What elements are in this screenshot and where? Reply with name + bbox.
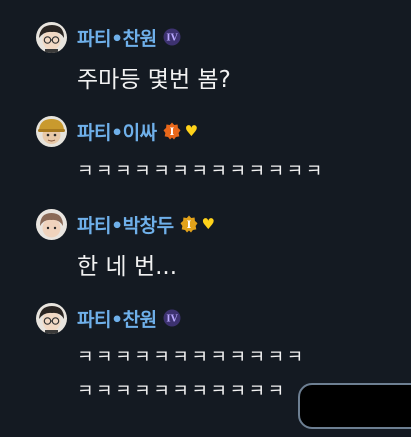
chat-panel: 파티•찬원 IV 주마등 몇번 봄? 파티•이싸 I ♥ ㅋㅋㅋㅋㅋㅋㅋㅋㅋㅋㅋ… [0, 0, 411, 437]
avatar[interactable] [36, 116, 67, 147]
username[interactable]: 파티•박창두 [77, 211, 174, 238]
username-row: 파티•박창두 I ♥ [77, 211, 215, 237]
svg-text:I: I [186, 220, 191, 231]
username-row: 파티•찬원 IV [77, 24, 181, 50]
orange-i-badge-icon: I [163, 122, 181, 140]
chat-input-box[interactable] [298, 383, 411, 429]
message-text: 한 네 번... [77, 254, 178, 280]
username[interactable]: 파티•이싸 [77, 118, 157, 145]
heart-icon: ♥ [201, 215, 215, 233]
username[interactable]: 파티•찬원 [77, 305, 157, 332]
message-text: 주마등 몇번 봄? [77, 67, 231, 93]
heart-icon: ♥ [184, 122, 199, 140]
message-text: ㅋㅋㅋㅋㅋㅋㅋㅋㅋㅋㅋㅋㅋ [77, 161, 325, 182]
message-text: ㅋㅋㅋㅋㅋㅋㅋㅋㅋㅋㅋ [77, 381, 287, 402]
avatar[interactable] [36, 22, 67, 53]
svg-text:IV: IV [166, 315, 178, 325]
roman-four-badge-icon: IV [163, 28, 181, 46]
username-row: 파티•이싸 I ♥ [77, 118, 198, 144]
username-row: 파티•찬원 IV [77, 305, 181, 331]
avatar[interactable] [36, 303, 67, 334]
svg-text:IV: IV [166, 34, 178, 44]
username[interactable]: 파티•찬원 [77, 24, 157, 51]
gold-i-badge-icon: I [180, 215, 198, 233]
roman-four-badge-icon: IV [163, 309, 181, 327]
avatar[interactable] [36, 209, 67, 240]
message-text: ㅋㅋㅋㅋㅋㅋㅋㅋㅋㅋㅋㅋ [77, 347, 306, 368]
svg-text:I: I [169, 127, 174, 138]
